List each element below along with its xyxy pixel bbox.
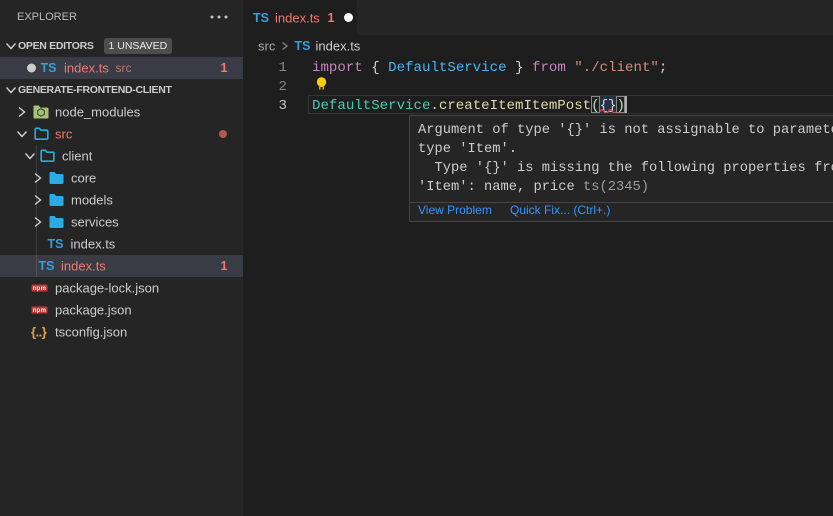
svg-text:npm: npm [33, 286, 47, 292]
svg-text:npm: npm [33, 308, 47, 314]
